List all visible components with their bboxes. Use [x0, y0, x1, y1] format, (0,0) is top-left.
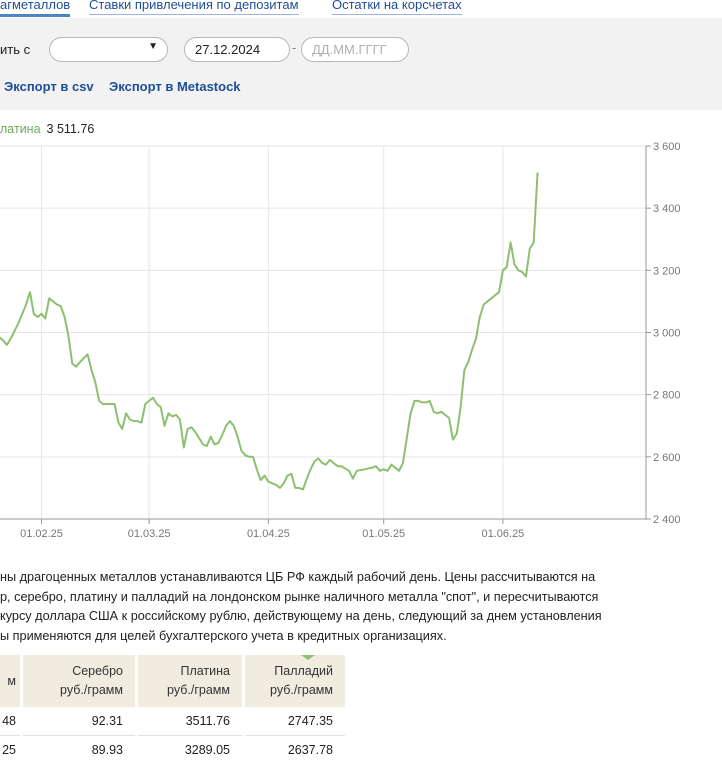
date-separator: -	[292, 40, 296, 55]
period-select[interactable]: ▼	[49, 37, 168, 62]
y-tick-label: 3 000	[653, 328, 681, 340]
x-tick-label: 01.02.25	[20, 528, 63, 540]
tab-bar: агметаллов Ставки привлечения по депозит…	[0, 0, 722, 16]
date-from-input[interactable]: 27.12.2024	[184, 37, 290, 62]
col-header-palladium[interactable]: Палладий руб./грамм	[244, 655, 346, 707]
y-tick-label: 3 400	[653, 203, 681, 215]
tab-correspondent-balances[interactable]: Остатки на корсчетах	[332, 0, 462, 12]
export-metastock-link[interactable]: Экспорт в Metastock	[109, 79, 241, 94]
export-csv-link[interactable]: Экспорт в csv	[4, 79, 94, 94]
chart-plot: 2 400 2 600 2 800 3 000 3 200 3 400 3 600 01.02…	[0, 118, 722, 548]
tab-label: Остатки на корсчетах	[332, 0, 462, 12]
description-text: ны драгоценных металлов устанавливаются …	[0, 568, 700, 646]
x-tick-label: 01.03.25	[128, 528, 171, 540]
tab-deposit-rates[interactable]: Ставки привлечения по депозитам	[89, 0, 299, 12]
y-tick-label: 3 600	[653, 141, 681, 153]
y-tick-label: 3 200	[653, 265, 681, 277]
col-header-silver[interactable]: Серебро руб./грамм	[22, 655, 137, 707]
tab-label: агметаллов	[0, 0, 70, 12]
x-tick-label: 01.05.25	[362, 528, 405, 540]
period-label: ить с	[0, 42, 30, 57]
y-tick-label: 2 400	[653, 514, 681, 526]
tab-precious-metals[interactable]: агметаллов	[0, 0, 70, 12]
metal-prices-table: м Серебро руб./грамм Платина руб./грамм …	[0, 655, 345, 764]
chevron-down-icon: ▼	[148, 41, 158, 52]
tab-label: Ставки привлечения по депозитам	[89, 0, 299, 12]
table-row: 48 92.31 3511.76 2747.35	[0, 707, 345, 736]
filter-panel: ить с ▼ 27.12.2024 - ДД.ММ.ГГГГ Экспорт …	[0, 18, 722, 110]
y-tick-label: 2 800	[653, 390, 681, 402]
y-tick-label: 2 600	[653, 452, 681, 464]
date-to-input[interactable]: ДД.ММ.ГГГГ	[301, 37, 409, 62]
x-tick-label: 01.06.25	[481, 528, 524, 540]
col-header-platinum[interactable]: Платина руб./грамм	[137, 655, 244, 707]
price-chart: латина3 511.76 2 4002 6002 8003 0003 200…	[0, 118, 722, 548]
x-tick-label: 01.04.25	[247, 528, 290, 540]
col-header-gold[interactable]: м	[0, 655, 22, 707]
